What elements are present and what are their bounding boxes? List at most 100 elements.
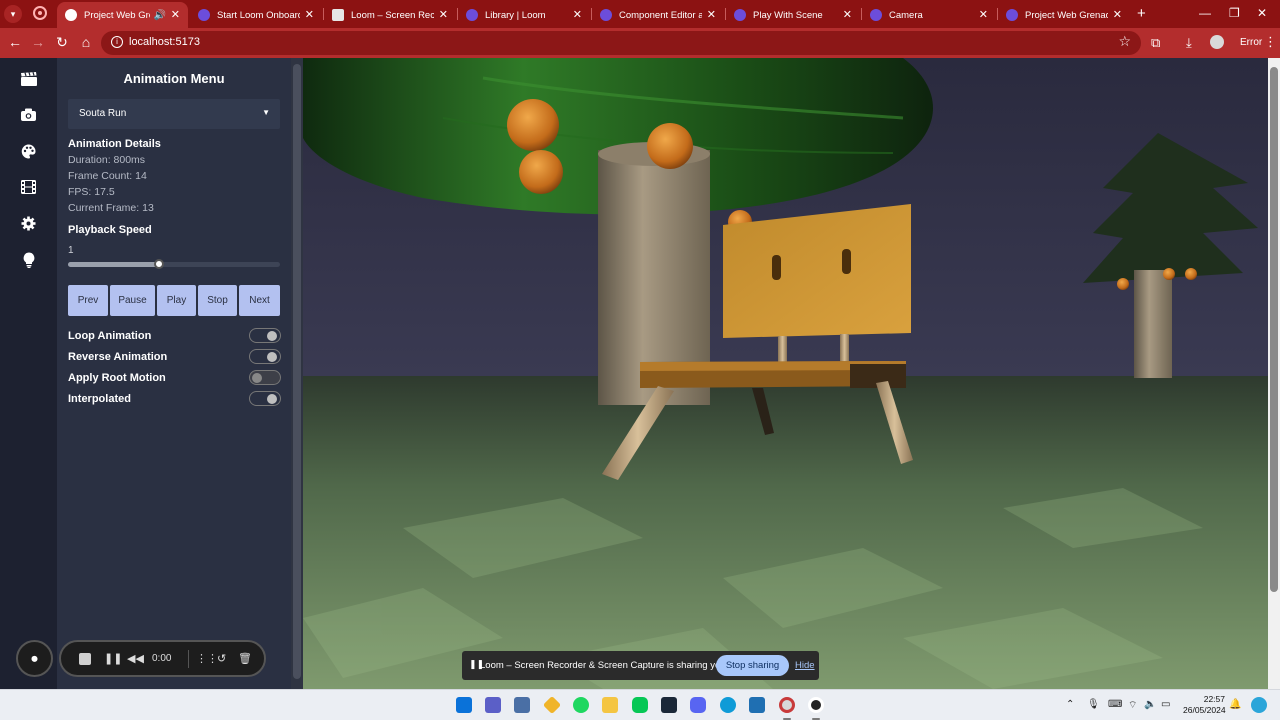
menu-kebab-icon[interactable]: ⋮ <box>1264 34 1277 50</box>
interpolated-toggle[interactable] <box>249 391 281 406</box>
pause-recording-icon[interactable]: ❚❚ <box>104 652 122 665</box>
close-window-icon[interactable]: ✕ <box>1257 6 1267 20</box>
tab-component-editor[interactable]: Component Editor and S ✕ <box>592 2 724 28</box>
reverse-animation-toggle[interactable] <box>249 349 281 364</box>
film-icon[interactable] <box>20 180 37 197</box>
clapperboard-icon[interactable] <box>20 72 37 89</box>
edge-icon[interactable] <box>720 697 736 713</box>
close-tab-icon[interactable]: ✕ <box>979 8 988 21</box>
loom-recording-controls: ❚❚ ◀◀ 0:00 ⋮⋮ ↺ 🗑 <box>59 640 266 677</box>
toggle-knob <box>252 372 262 383</box>
chrome-icon[interactable] <box>779 697 795 713</box>
discord-icon[interactable] <box>690 697 706 713</box>
tab-project-web-grenade-la[interactable]: Project Web Grenade La ✕ <box>998 2 1130 28</box>
rewind-icon[interactable]: ◀◀ <box>127 652 144 665</box>
trash-icon[interactable]: 🗑 <box>238 652 252 665</box>
minimize-icon[interactable]: — <box>1199 6 1211 20</box>
loom-icon <box>198 9 210 21</box>
grid-drag-icon[interactable]: ⋮⋮ <box>196 652 218 665</box>
stop-sharing-button[interactable]: Stop sharing <box>716 655 789 676</box>
close-tab-icon[interactable]: ✕ <box>707 8 716 21</box>
reload-icon[interactable]: ↻ <box>53 34 71 51</box>
loom-icon <box>734 9 746 21</box>
animation-details-heading: Animation Details <box>68 138 161 150</box>
3d-scene-viewport[interactable] <box>303 58 1268 689</box>
photos-icon[interactable] <box>514 697 530 713</box>
address-bar[interactable]: i localhost:5173 ☆ <box>101 31 1141 55</box>
obs-icon[interactable] <box>808 697 824 713</box>
tab-search-icon[interactable]: ▾ <box>4 5 22 23</box>
tab-strip: ▾ Project Web Grenade 🔊 ✕ Start Loom Onb… <box>0 0 1280 28</box>
extensions-icon[interactable]: ⧉ <box>1151 35 1160 51</box>
wifi-icon[interactable]: ⌔ <box>1128 699 1137 712</box>
recording-time: 0:00 <box>152 653 172 664</box>
loop-animation-toggle[interactable] <box>249 328 281 343</box>
profile-avatar[interactable] <box>1210 35 1224 49</box>
scene-render[interactable] <box>303 58 1268 689</box>
bookmark-star-icon[interactable]: ☆ <box>1118 33 1131 50</box>
close-tab-icon[interactable]: ✕ <box>1113 8 1122 21</box>
line-icon[interactable] <box>632 697 648 713</box>
keyboard-icon[interactable]: ⌨ <box>1108 699 1122 710</box>
next-button[interactable]: Next <box>239 285 280 316</box>
file-explorer-icon[interactable] <box>602 697 618 713</box>
download-icon[interactable]: ⤓ <box>1186 35 1192 51</box>
loom-camera-button[interactable]: ⏺ <box>16 640 53 677</box>
stop-recording-icon[interactable] <box>79 653 91 665</box>
restart-icon[interactable]: ↺ <box>217 652 226 665</box>
close-tab-icon[interactable]: ✕ <box>573 8 582 21</box>
scrollbar-thumb[interactable] <box>1270 67 1278 592</box>
camera-icon[interactable] <box>20 108 37 125</box>
notification-bell-icon[interactable]: 🔔 <box>1229 699 1241 710</box>
teams-icon[interactable] <box>485 697 501 713</box>
lightbulb-icon[interactable] <box>20 252 37 269</box>
tray-overflow-icon[interactable]: ⌃ <box>1066 699 1074 710</box>
slider-thumb[interactable] <box>154 259 165 269</box>
microphone-icon[interactable]: 🎙 <box>1087 699 1100 710</box>
close-tab-icon[interactable]: ✕ <box>439 8 448 21</box>
tab-library-loom[interactable]: Library | Loom ✕ <box>458 2 590 28</box>
home-icon[interactable]: ⌂ <box>77 34 95 50</box>
tab-project-web-grenade[interactable]: Project Web Grenade 🔊 ✕ <box>57 2 188 28</box>
url-text[interactable]: localhost:5173 <box>129 36 200 48</box>
apply-root-motion-toggle[interactable] <box>249 370 281 385</box>
page-scrollbar[interactable] <box>1268 58 1280 689</box>
close-tab-icon[interactable]: ✕ <box>305 8 314 21</box>
battery-icon[interactable]: ▭ <box>1161 699 1170 710</box>
loom-icon <box>1006 9 1018 21</box>
site-info-icon[interactable]: i <box>111 36 123 48</box>
tab-play-with-scene[interactable]: Play With Scene ✕ <box>726 2 860 28</box>
start-windows-icon[interactable] <box>456 697 472 713</box>
panel-scrollbar[interactable] <box>291 58 303 689</box>
pause-button[interactable]: Pause <box>110 285 155 316</box>
scrollbar-thumb[interactable] <box>293 64 301 679</box>
playback-speed-heading: Playback Speed <box>68 224 152 236</box>
steam-icon[interactable] <box>661 697 677 713</box>
taskbar-clock[interactable]: 22:57 26/05/2024 <box>1183 694 1226 716</box>
animation-select[interactable]: Souta Run ▼ <box>68 99 280 129</box>
prev-button[interactable]: Prev <box>68 285 108 316</box>
recording-indicator-icon[interactable] <box>33 6 47 20</box>
new-tab-icon[interactable]: + <box>1137 5 1146 22</box>
close-tab-icon[interactable]: ✕ <box>843 8 852 21</box>
tab-loom-screen-recorder[interactable]: Loom – Screen Recorder ✕ <box>324 2 456 28</box>
gear-icon[interactable] <box>20 216 37 233</box>
forward-icon[interactable]: → <box>29 34 47 50</box>
back-icon[interactable]: ← <box>6 34 24 50</box>
close-tab-icon[interactable]: ✕ <box>171 8 180 21</box>
copilot-icon[interactable] <box>1251 697 1267 713</box>
play-button[interactable]: Play <box>157 285 196 316</box>
restore-icon[interactable]: ❐ <box>1229 6 1240 20</box>
spotify-icon[interactable] <box>573 697 589 713</box>
volume-icon[interactable]: 🔈 <box>1144 699 1156 710</box>
vscode-icon[interactable] <box>749 697 765 713</box>
stop-button[interactable]: Stop <box>198 285 237 316</box>
playback-speed-slider[interactable] <box>68 259 280 269</box>
app-diamond-icon[interactable] <box>542 695 562 715</box>
tab-start-loom-onboarding[interactable]: Start Loom Onboarding ✕ <box>190 2 322 28</box>
hide-link[interactable]: Hide <box>795 660 815 671</box>
palette-icon[interactable] <box>20 144 37 161</box>
animation-menu-panel: Animation Menu Souta Run ▼ Animation Det… <box>57 58 291 689</box>
speaker-icon[interactable]: 🔊 <box>154 10 166 21</box>
tab-camera[interactable]: Camera ✕ <box>862 2 996 28</box>
